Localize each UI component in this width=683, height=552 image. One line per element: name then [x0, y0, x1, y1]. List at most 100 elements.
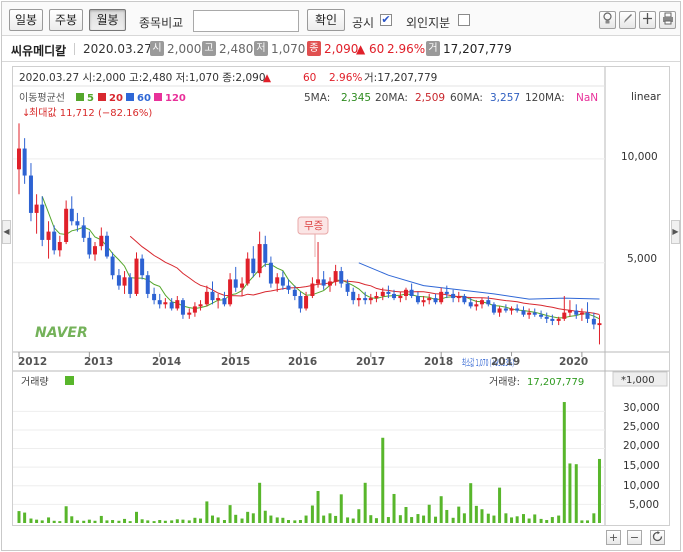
candle-body [409, 289, 414, 296]
scale-label[interactable]: linear [631, 91, 661, 103]
volume-bar [181, 519, 185, 523]
volume-bar [64, 506, 68, 523]
volume-bar [175, 519, 179, 523]
open-value: 2,000 [167, 42, 202, 56]
vol-tick-20000: 20,000 [623, 440, 660, 452]
volume-bar [105, 520, 109, 523]
compare-input[interactable] [193, 10, 299, 32]
foreign-checkbox[interactable] [458, 14, 470, 26]
candle-body [556, 318, 561, 321]
ma120-legend: 120 [165, 93, 186, 104]
volume-bar [210, 515, 214, 523]
candle-body [339, 271, 344, 284]
volume-bar [527, 518, 531, 523]
volume-bar [140, 519, 144, 523]
volume-bar [357, 509, 361, 523]
ma20-value: 2,509 [415, 92, 445, 104]
candle-body [245, 258, 250, 284]
monthly-button[interactable]: 월봉 [89, 9, 126, 31]
bulb-icon[interactable] [599, 11, 616, 29]
volume-badge: 거 [426, 41, 440, 56]
candle-body [169, 302, 174, 309]
candle-body [597, 323, 602, 326]
candle-body [327, 281, 332, 286]
open-badge: 시 [150, 41, 164, 56]
volume-bar [504, 513, 508, 523]
volume-bar [158, 520, 162, 523]
candle-body [140, 258, 145, 276]
candle-body [363, 298, 368, 301]
stock-name: 씨유메디칼 [11, 44, 67, 58]
volume-bar [240, 518, 244, 523]
volume-bar [498, 487, 502, 523]
volume-bar [258, 482, 262, 523]
ma5-value-label: 5MA: [304, 92, 330, 104]
reset-button[interactable] [650, 530, 665, 545]
volume-bar [539, 518, 543, 523]
stock-chart[interactable]: 2020.03.27 시:2,000 고:2,480 저:1,070 종:2,0… [13, 67, 669, 525]
volume-bar [75, 520, 79, 523]
volume-bar [152, 521, 156, 523]
candle-body [163, 302, 168, 305]
volume-bar [228, 505, 232, 523]
volume-bar [480, 509, 484, 523]
volume-bar [457, 506, 461, 523]
zoom-out-button[interactable]: − [627, 530, 642, 545]
daily-button[interactable]: 일봉 [9, 9, 43, 31]
candle-body [356, 298, 361, 301]
candle-body [497, 308, 502, 313]
print-icon[interactable] [659, 11, 676, 29]
volume-bar [492, 515, 496, 523]
ma60-value: 3,257 [490, 92, 520, 104]
candle-body [532, 312, 537, 315]
scroll-left-arrow[interactable]: ◀ [2, 220, 11, 244]
vol-tick-15000: 15,000 [623, 460, 660, 472]
y-tick-10000: 10,000 [621, 151, 658, 163]
candle-body [257, 244, 262, 274]
chart-header-volume: 거:17,207,779 [364, 72, 437, 84]
candle-body [152, 293, 157, 301]
volume-bar [199, 518, 203, 523]
volume-bar [93, 520, 97, 523]
candle-body [479, 300, 484, 305]
volume-bar [521, 514, 525, 523]
disclosure-checkbox[interactable]: ✔ [380, 14, 392, 26]
candle-body [374, 296, 379, 299]
low-badge: 저 [254, 41, 268, 56]
volume-bar [416, 514, 420, 523]
candle-body [550, 318, 555, 321]
volume-bar [322, 515, 326, 523]
confirm-button[interactable]: 확인 [307, 9, 345, 31]
candle-body [157, 300, 162, 305]
candle-body [122, 277, 127, 286]
volume-bar [70, 516, 74, 523]
candle-body [292, 289, 297, 296]
volume-unit: *1,000 [621, 375, 655, 386]
volume-bar [445, 509, 449, 523]
chart-header-arrow: ▲ [263, 72, 272, 84]
vol-tick-10000: 10,000 [623, 480, 660, 492]
candle-body [427, 298, 432, 301]
volume-bar [99, 515, 103, 523]
candle-body [64, 208, 69, 242]
ma60-value-label: 60MA: [450, 92, 483, 104]
scroll-right-arrow[interactable]: ▶ [671, 220, 680, 244]
zoom-in-button[interactable]: + [606, 530, 621, 545]
volume-bar [515, 516, 519, 523]
candle-body [439, 291, 444, 303]
crosshair-icon[interactable] [639, 11, 656, 29]
volume-bar [216, 517, 220, 523]
candle-body [574, 310, 579, 315]
candle-body [145, 275, 150, 294]
weekly-button[interactable]: 주봉 [49, 9, 83, 31]
volume-bar [293, 520, 297, 523]
pen-icon[interactable] [619, 11, 636, 29]
ma60-legend: 60 [137, 93, 151, 104]
candle-body [474, 304, 479, 307]
candle-body [28, 175, 33, 213]
volume-bar [363, 482, 367, 523]
candle-body [310, 283, 315, 296]
candle-body [52, 231, 57, 251]
close-badge: 종 [307, 41, 321, 56]
volume-bar [316, 490, 320, 523]
